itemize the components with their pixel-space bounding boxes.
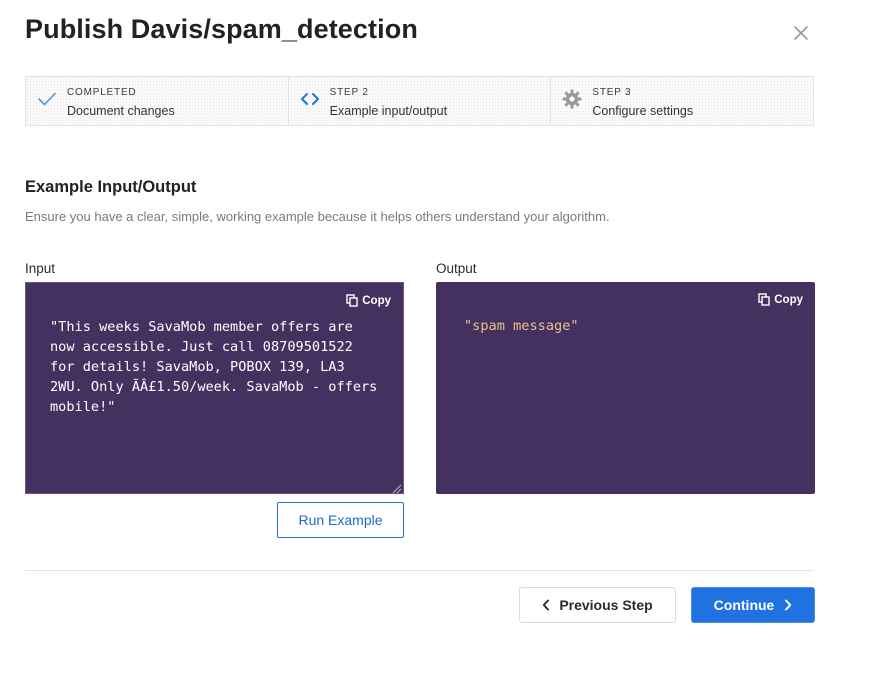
continue-label: Continue [713,597,775,613]
stepper: COMPLETED Document changes STEP 2 Exampl… [25,76,814,126]
output-text: "spam message" [464,318,579,334]
input-label: Input [25,261,56,276]
code-brackets-icon [299,88,321,110]
copy-icon [758,293,770,306]
step-2-example-input-output[interactable]: STEP 2 Example input/output [289,77,552,125]
step-completed-document-changes[interactable]: COMPLETED Document changes [26,77,289,125]
chevron-right-icon [784,599,792,611]
previous-step-label: Previous Step [559,597,653,613]
output-label: Output [436,261,477,276]
gear-icon [561,88,583,110]
step-label: Example input/output [329,104,448,118]
input-text[interactable]: "This weeks SavaMob member offers are no… [50,317,385,417]
output-copy-button[interactable]: Copy [758,293,803,306]
close-icon[interactable] [792,24,810,42]
resize-handle-icon[interactable] [391,481,402,494]
step-kicker: COMPLETED [67,87,137,98]
step-3-configure-settings[interactable]: STEP 3 Configure settings [551,77,813,125]
input-copy-button[interactable]: Copy [346,294,391,307]
run-example-button[interactable]: Run Example [277,502,404,538]
section-title: Example Input/Output [25,178,197,196]
step-kicker: STEP 3 [592,87,632,98]
output-viewer: Copy "spam message" [436,282,815,494]
dialog-title: Publish Davis/spam_detection [25,14,418,44]
continue-button[interactable]: Continue [691,587,815,623]
copy-label: Copy [774,293,803,306]
section-description: Ensure you have a clear, simple, working… [25,209,610,224]
chevron-left-icon [542,599,550,611]
checkmark-icon [36,88,58,110]
step-label: Document changes [67,104,175,118]
copy-label: Copy [362,294,391,307]
input-editor[interactable]: Copy "This weeks SavaMob member offers a… [25,282,404,494]
copy-icon [346,294,358,307]
previous-step-button[interactable]: Previous Step [519,587,676,623]
step-label: Configure settings [592,104,694,118]
close-button[interactable] [792,24,810,42]
step-kicker: STEP 2 [329,87,369,98]
divider [25,570,814,571]
